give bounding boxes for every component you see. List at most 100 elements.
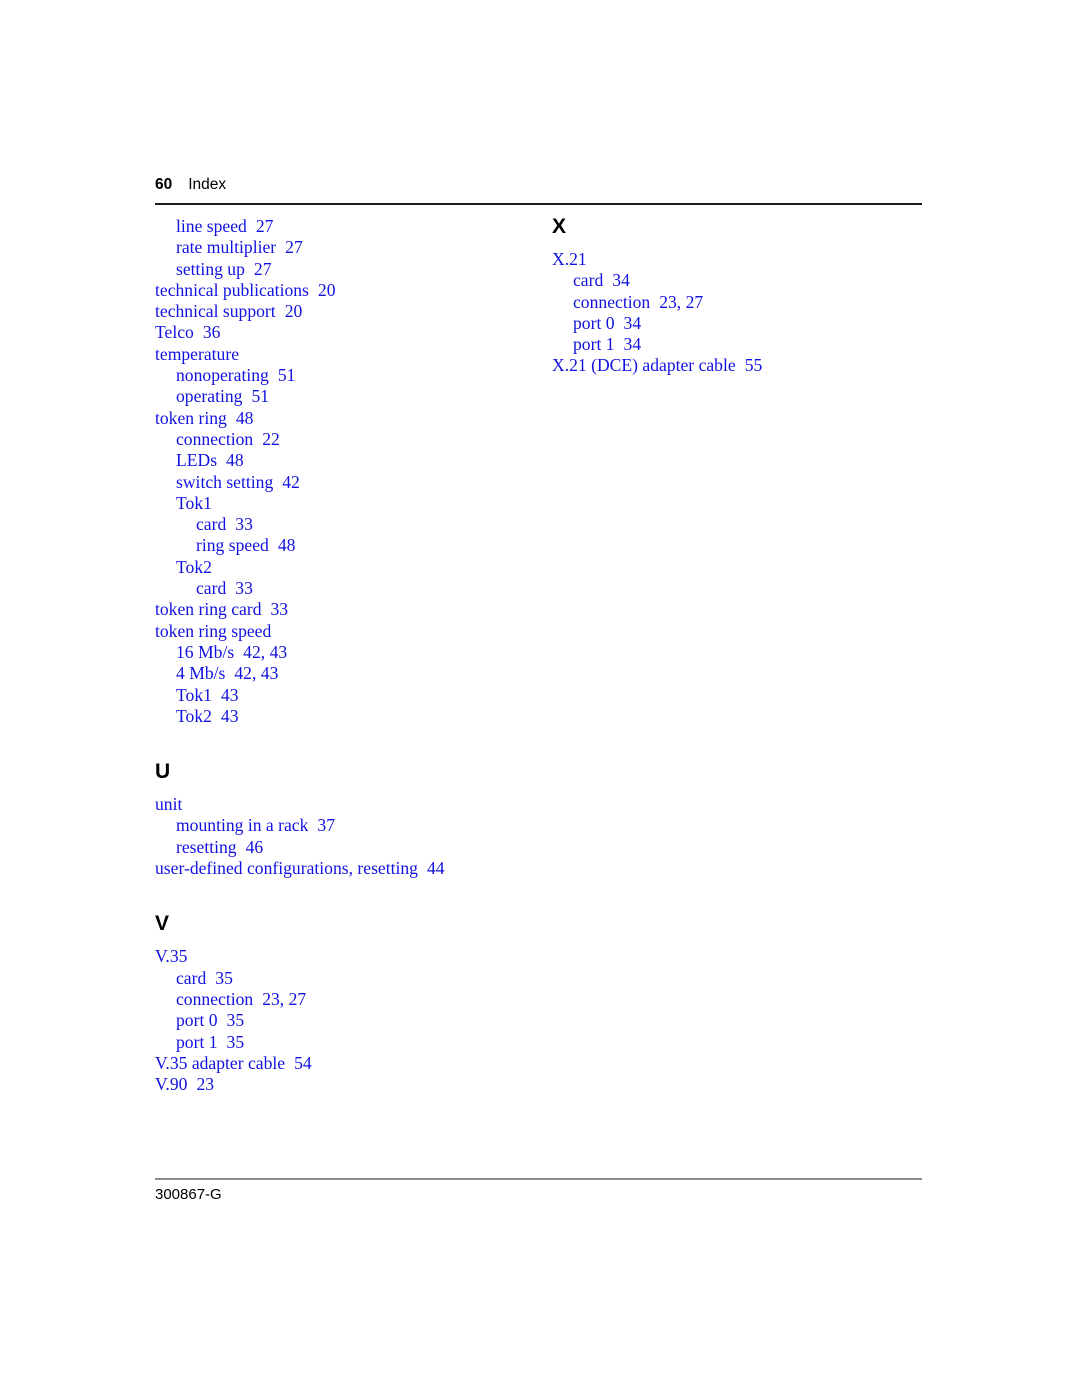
index-entry-pages: 27 xyxy=(255,216,274,236)
index-entry-term: port 1 xyxy=(573,334,615,355)
index-entry: Tok2 43 xyxy=(176,706,525,727)
index-entry: port 0 34 xyxy=(573,313,922,334)
index-entry: setting up 27 xyxy=(176,259,525,280)
header-divider xyxy=(155,203,922,205)
index-entry-term: X.21 xyxy=(552,249,587,269)
index-entry-term: connection xyxy=(176,988,254,1009)
index-entry-pages: 34 xyxy=(623,312,642,333)
index-entry-term: port 0 xyxy=(176,1010,218,1031)
index-entry-pages: 48 xyxy=(226,450,244,471)
index-entry-term: port 1 xyxy=(176,1031,218,1052)
index-entry-term: ring speed xyxy=(196,535,269,556)
index-entry-pages: 55 xyxy=(744,355,763,376)
page-number: 60 xyxy=(155,176,173,193)
index-entry: nonoperating 51 xyxy=(176,365,525,386)
index-entry-term: resetting xyxy=(176,836,237,857)
index-entry-pages: 35 xyxy=(226,1010,245,1031)
index-entry-term: 16 Mb/s xyxy=(176,641,235,662)
letter-section-list-left: Uunit mounting in a rack 37 resetting 46 user… xyxy=(155,761,525,1095)
index-entry: temperature xyxy=(155,344,525,365)
index-entry: line speed 27 xyxy=(176,216,525,237)
index-column-right: X X.21 card 34 connection 23, 27 port 0 34 port … xyxy=(552,216,922,377)
index-entry-pages: 51 xyxy=(251,386,270,407)
index-entry-pages: 48 xyxy=(277,535,296,556)
index-entry-term: user-defined configurations, resetting xyxy=(155,858,418,879)
index-entry-term: connection xyxy=(176,428,254,449)
index-entry-term: rate multiplier xyxy=(176,237,277,258)
index-entry-term: connection xyxy=(573,291,651,312)
index-entry-pages: 42, 43 xyxy=(234,663,279,684)
index-entry-pages: 23 xyxy=(196,1074,215,1095)
index-entry-term: token ring card xyxy=(155,599,262,620)
index-entry: user-defined configurations, resetting 44 xyxy=(155,858,525,879)
index-entry-term: mounting in a rack xyxy=(176,815,309,836)
index-entry: switch setting 42 xyxy=(176,472,525,493)
index-entry: resetting 46 xyxy=(176,837,525,858)
index-entry: X.21 xyxy=(552,249,922,270)
running-head: 60 Index xyxy=(155,176,226,194)
index-entry: connection 22 xyxy=(176,429,525,450)
index-entry: V.35 xyxy=(155,946,525,967)
index-letter-heading: X xyxy=(552,215,567,238)
index-entry-term: Tok1 xyxy=(176,492,212,513)
index-entry-pages: 43 xyxy=(220,684,239,705)
index-entry-term: nonoperating xyxy=(176,365,269,386)
index-entry-pages: 42, 43 xyxy=(243,641,288,662)
index-entry-pages: 35 xyxy=(226,1031,245,1052)
index-entry-pages: 54 xyxy=(294,1052,312,1073)
document-number: 300867-G xyxy=(155,1186,222,1203)
index-entry-pages: 33 xyxy=(270,599,289,620)
index-entry-term: Telco xyxy=(155,322,194,343)
page-title: Index xyxy=(188,176,227,193)
index-entry-term: 4 Mb/s xyxy=(176,663,226,684)
index-entry-term: Tok2 xyxy=(176,556,212,577)
footer-divider xyxy=(155,1178,922,1180)
index-entry: 16 Mb/s 42, 43 xyxy=(176,642,525,663)
index-entry: V.35 adapter cable 54 xyxy=(155,1053,525,1074)
index-entry: card 33 xyxy=(196,578,525,599)
index-entry-pages: 27 xyxy=(253,258,272,279)
index-entry-term: V.90 xyxy=(155,1074,188,1095)
index-entry-pages: 33 xyxy=(235,514,253,535)
index-entry: card 33 xyxy=(196,514,525,535)
index-entry-term: operating xyxy=(176,386,243,407)
index-entry: Tok1 43 xyxy=(176,685,525,706)
index-entry: Tok2 xyxy=(176,557,525,578)
index-entry: 4 Mb/s 42, 43 xyxy=(176,663,525,684)
index-entry: Tok1 xyxy=(176,493,525,514)
index-entry-term: card xyxy=(196,514,227,535)
index-entry-pages: 43 xyxy=(220,705,239,726)
index-letter-heading: V xyxy=(155,912,170,936)
index-entry-pages: 27 xyxy=(285,237,303,258)
index-column-left: line speed 27 rate multiplier 27 setting up 2… xyxy=(155,216,525,1095)
index-letter-heading: U xyxy=(155,760,171,784)
index-entry-term: Tok2 xyxy=(176,705,212,726)
index-entry: X.21 (DCE) adapter cable 55 xyxy=(552,355,922,376)
index-entry-term: token ring speed xyxy=(155,620,272,641)
index-entry: connection 23, 27 xyxy=(176,989,525,1010)
index-entry-term: token ring xyxy=(155,407,227,428)
index-entry: operating 51 xyxy=(176,386,525,407)
index-entry-pages: 22 xyxy=(262,428,280,449)
index-entry-pages: 42 xyxy=(282,471,300,492)
index-entry: unit xyxy=(155,794,525,815)
index-entry-term: line speed xyxy=(176,216,247,236)
index-entry-pages: 33 xyxy=(235,578,253,599)
index-entry-pages: 35 xyxy=(215,967,233,988)
index-entry-pages: 34 xyxy=(623,334,642,355)
index-entry-term: X.21 (DCE) adapter cable xyxy=(552,355,736,376)
index-entry-pages: 44 xyxy=(426,858,445,879)
index-entry-pages: 36 xyxy=(202,322,221,343)
index-entry-term: port 0 xyxy=(573,312,615,333)
index-entry: port 0 35 xyxy=(176,1010,525,1031)
index-entry: card 34 xyxy=(573,270,922,291)
index-entry: token ring 48 xyxy=(155,408,525,429)
index-entry-term: LEDs xyxy=(176,450,218,471)
index-entry: rate multiplier 27 xyxy=(176,237,525,258)
letter-section-list-right: X X.21 card 34 connection 23, 27 port 0 34 port … xyxy=(552,216,922,377)
index-entry-term: temperature xyxy=(155,343,240,364)
index-entry-term: technical support xyxy=(155,301,276,322)
